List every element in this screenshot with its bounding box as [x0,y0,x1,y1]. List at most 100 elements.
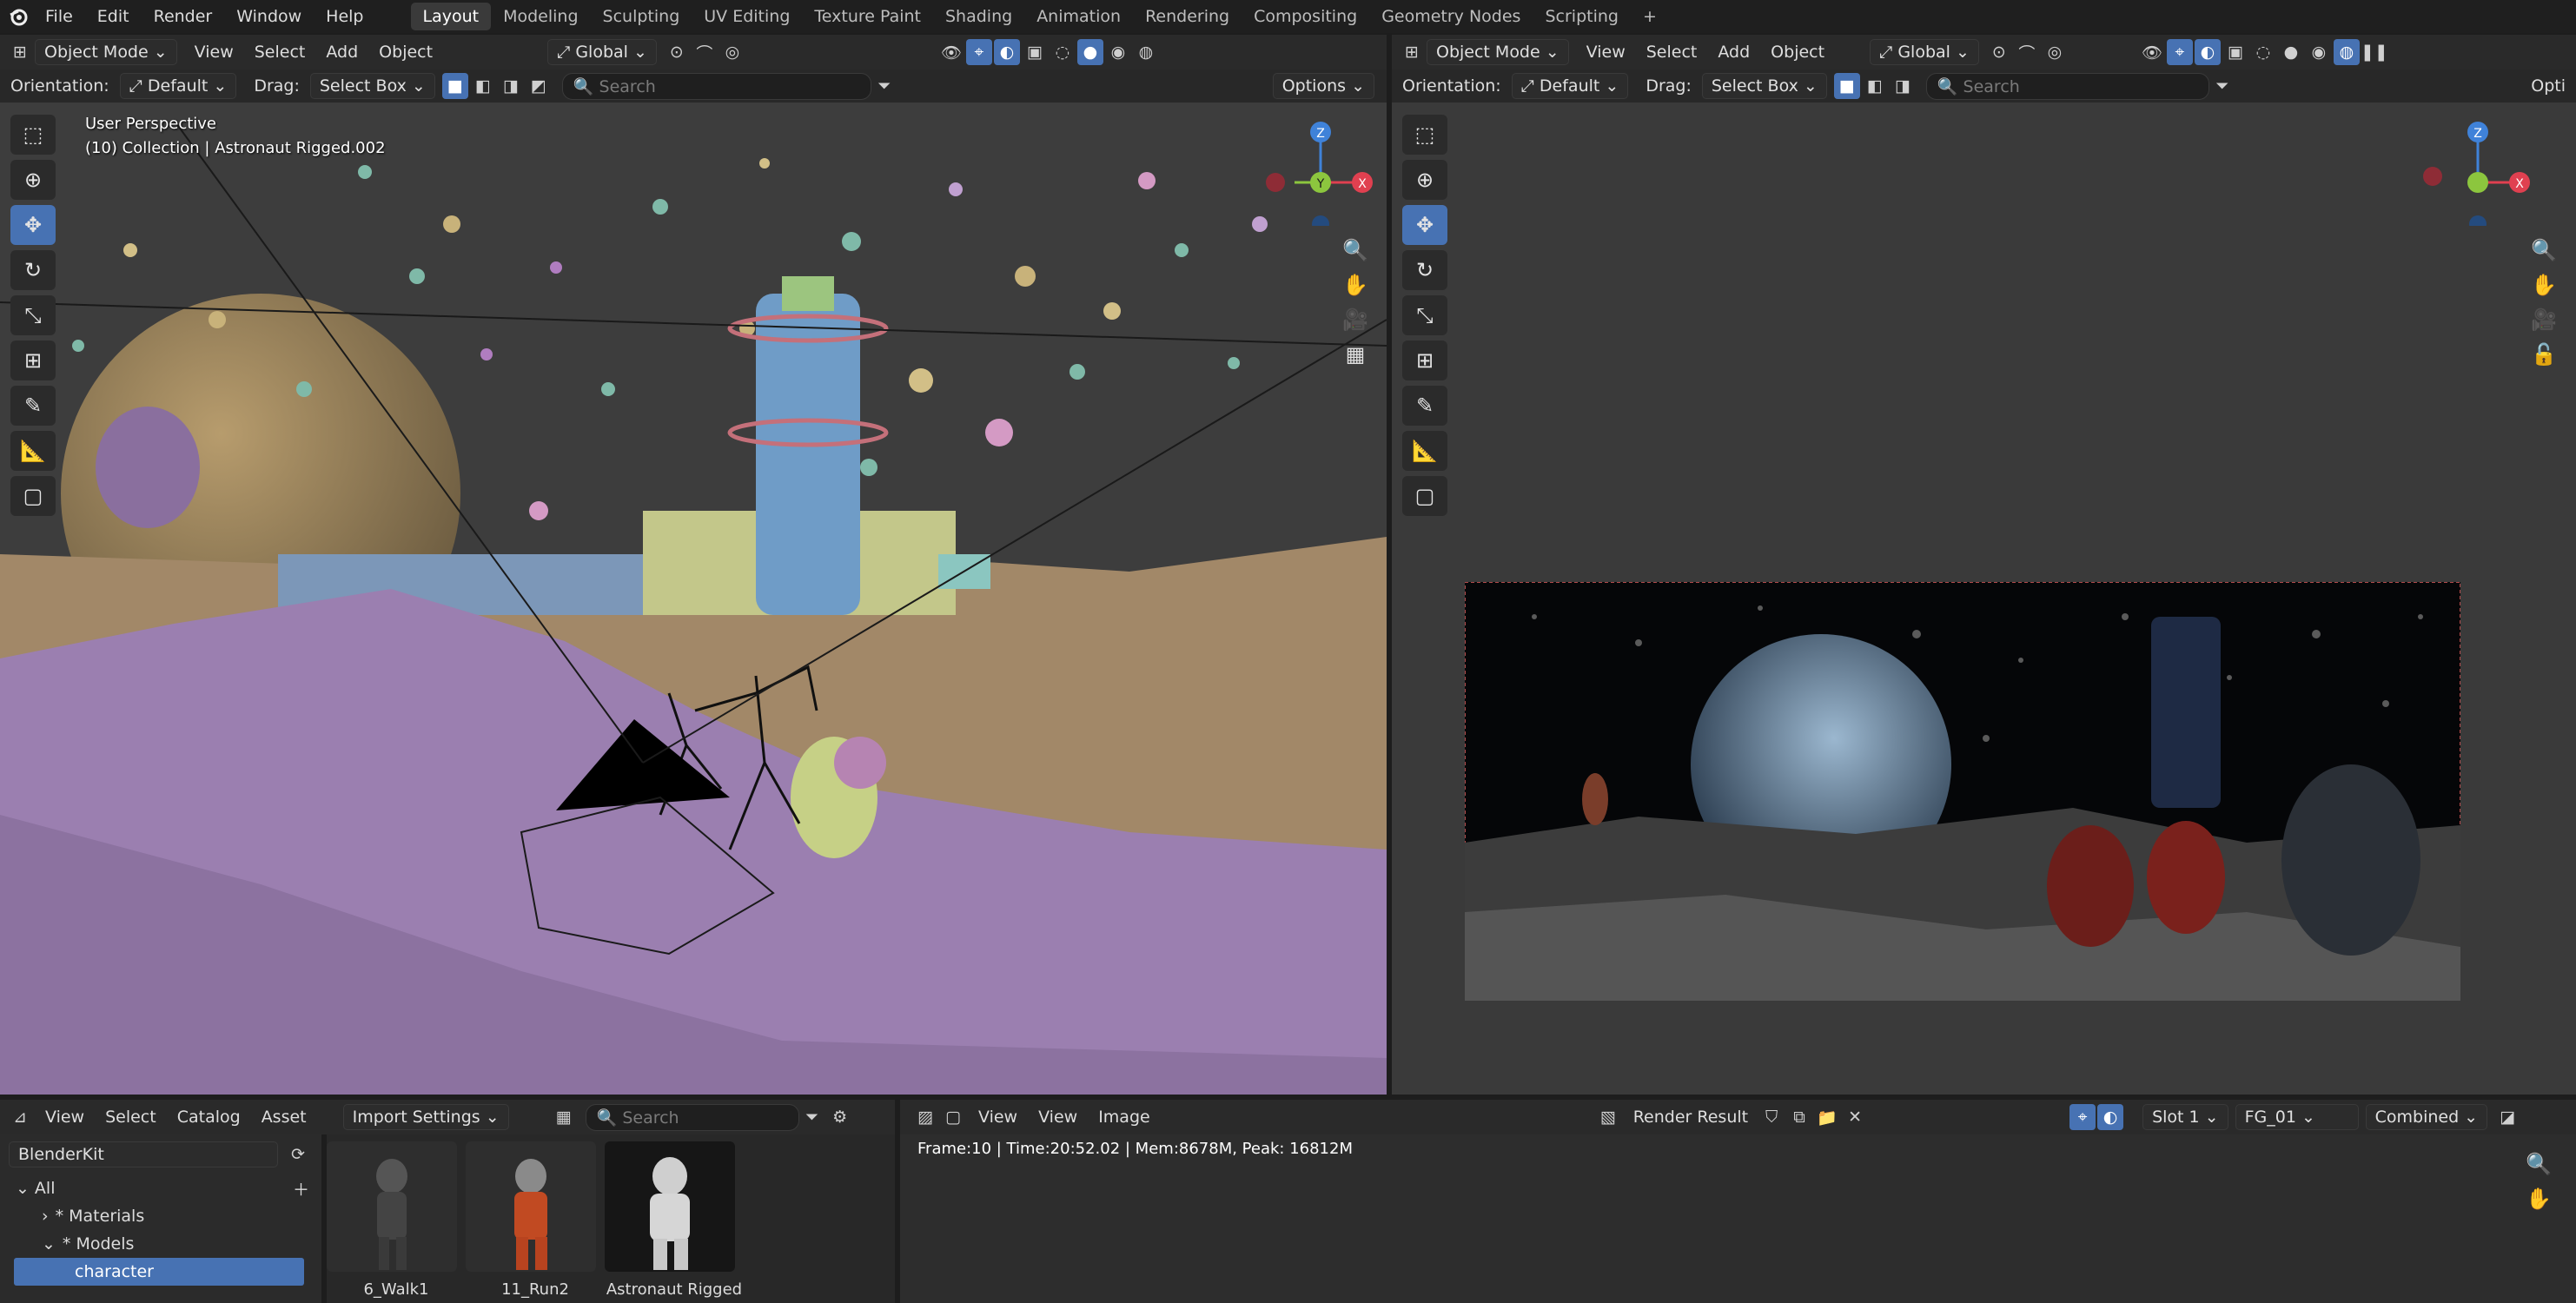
open-image-icon[interactable]: 📁 [1814,1104,1840,1130]
image-browse-icon[interactable]: ▧ [1595,1104,1621,1130]
add-cube-tool[interactable]: ▢ [1402,476,1447,516]
viewport-search-input[interactable]: 🔍 Search [561,72,871,100]
menu-object[interactable]: Object [1760,43,1835,62]
display-mode-icon[interactable]: ▦ [551,1104,577,1130]
drag-dropdown[interactable]: Select Box ⌄ [1701,73,1827,99]
select-mode-subtract-icon[interactable]: ◨ [1890,73,1916,99]
import-settings-dropdown[interactable]: Import Settings ⌄ [342,1104,509,1130]
camera-view-icon[interactable]: 🎥 [1338,302,1373,337]
transform-tool[interactable]: ⊞ [10,341,56,380]
viewport-search-input[interactable]: 🔍 Search [1925,72,2209,100]
tree-item-all[interactable]: ⌄ All ＋ [0,1174,321,1202]
zoom-icon[interactable]: 🔍 [2526,233,2561,268]
menu-view-mode[interactable]: View [968,1108,1028,1127]
options-dropdown[interactable]: Opti [2520,76,2576,96]
asset-card-6-walk1[interactable]: 6_Walk1 [327,1141,466,1299]
rotate-tool[interactable]: ↻ [10,250,56,290]
slot-dropdown[interactable]: Slot 1 ⌄ [2142,1104,2228,1130]
cursor-tool[interactable]: ⊕ [1402,160,1447,200]
shading-material-icon[interactable]: ◉ [2306,39,2332,65]
tab-compositing[interactable]: Compositing [1242,3,1369,30]
gizmo-toggle-icon[interactable]: ⌖ [965,39,992,65]
menu-asset[interactable]: Asset [251,1108,317,1127]
refresh-icon[interactable]: ⟳ [285,1141,311,1167]
settings-gear-icon[interactable]: ⚙ [827,1104,853,1130]
tab-texture-paint[interactable]: Texture Paint [802,3,933,30]
select-mode-invert-icon[interactable]: ◩ [526,73,552,99]
measure-tool[interactable]: 📐 [10,431,56,471]
editor-type-icon[interactable]: ⊞ [1399,39,1425,65]
annotate-tool[interactable]: ✎ [10,386,56,426]
zoom-icon[interactable]: 🔍 [2521,1147,2556,1181]
filter-icon[interactable]: ⏷ [871,73,897,99]
camera-view-icon[interactable]: 🎥 [2526,302,2561,337]
layer-dropdown[interactable]: FG_01 ⌄ [2235,1104,2359,1130]
menu-file[interactable]: File [33,7,85,26]
library-dropdown[interactable]: BlenderKit [9,1141,278,1167]
blender-logo-icon[interactable] [5,3,31,30]
transform-space-dropdown[interactable]: ⤢ Global ⌄ [547,39,657,65]
select-mode-subtract-icon[interactable]: ◨ [498,73,524,99]
annotate-tool[interactable]: ✎ [1402,386,1447,426]
navigation-gizmo[interactable]: Z X Y [1260,113,1381,226]
transform-tool[interactable]: ⊞ [1402,341,1447,380]
shading-wireframe-icon[interactable]: ◌ [2250,39,2276,65]
add-workspace-button[interactable]: + [1631,3,1669,30]
pause-render-icon[interactable]: ❚❚ [2361,39,2388,65]
shading-rendered-icon[interactable]: ◍ [1133,39,1159,65]
asset-search-input[interactable]: 🔍 Search [585,1103,799,1131]
shading-wireframe-icon[interactable]: ◌ [1050,39,1076,65]
cursor-tool[interactable]: ⊕ [10,160,56,200]
left-3d-viewport[interactable]: User Perspective (10) Collection | Astro… [0,103,1387,1095]
scale-tool[interactable]: ⤡ [10,295,56,335]
orientation-dropdown[interactable]: ⤢ Default ⌄ [1511,73,1629,99]
perspective-grid-icon[interactable]: ▦ [1338,337,1373,372]
tab-modeling[interactable]: Modeling [491,3,590,30]
gizmo-toggle-icon[interactable]: ⌖ [2166,39,2193,65]
overlay-toggle-icon[interactable]: ◐ [993,39,1020,65]
tree-item-materials[interactable]: › * Materials [0,1202,321,1230]
gizmo-toggle-icon[interactable]: ⌖ [2069,1104,2096,1130]
pivot-icon[interactable]: ⊙ [1986,39,2012,65]
filter-icon[interactable]: ⏷ [2209,73,2235,99]
display-channels-icon[interactable]: ◪ [2494,1104,2520,1130]
orientation-dropdown[interactable]: ⤢ Default ⌄ [119,73,237,99]
move-tool[interactable]: ✥ [10,205,56,245]
tab-rendering[interactable]: Rendering [1133,3,1242,30]
menu-add[interactable]: Add [315,43,368,62]
tab-uv-editing[interactable]: UV Editing [692,3,802,30]
select-mode-extend-icon[interactable]: ◧ [1862,73,1888,99]
proportional-edit-icon[interactable]: ◎ [719,39,745,65]
overlay-toggle-icon[interactable]: ◐ [2194,39,2221,65]
editor-type-icon[interactable]: ⊿ [7,1104,33,1130]
menu-add[interactable]: Add [1707,43,1760,62]
scale-tool[interactable]: ⤡ [1402,295,1447,335]
select-mode-extend-icon[interactable]: ◧ [470,73,496,99]
zoom-icon[interactable]: 🔍 [1338,233,1373,268]
new-image-icon[interactable]: ⧉ [1786,1104,1812,1130]
shading-solid-icon[interactable]: ● [1076,39,1103,65]
mode-dropdown[interactable]: Object Mode ⌄ [1427,39,1569,65]
navigation-gizmo[interactable]: Z X [2417,113,2547,226]
measure-tool[interactable]: 📐 [1402,431,1447,471]
select-mode-new-icon[interactable]: ■ [441,73,468,99]
select-box-tool[interactable]: ⬚ [10,115,56,155]
tab-animation[interactable]: Animation [1024,3,1133,30]
menu-help[interactable]: Help [314,7,375,26]
xray-icon[interactable]: ▣ [2222,39,2248,65]
pan-hand-icon[interactable]: ✋ [2526,268,2561,302]
snap-icon[interactable]: ⌒ [692,39,718,65]
proportional-edit-icon[interactable]: ◎ [2042,39,2068,65]
tree-item-models[interactable]: ⌄ * Models [0,1230,321,1258]
menu-view[interactable]: View [1576,43,1636,62]
pass-dropdown[interactable]: Combined ⌄ [2365,1104,2488,1130]
snap-icon[interactable]: ⌒ [2014,39,2040,65]
shading-material-icon[interactable]: ◉ [1105,39,1131,65]
menu-window[interactable]: Window [224,7,314,26]
asset-card-11-run2[interactable]: 11_Run2 [466,1141,605,1299]
xray-icon[interactable]: ▣ [1022,39,1048,65]
right-3d-viewport[interactable]: ⬚ ⊕ ✥ ↻ ⤡ ⊞ ✎ 📐 ▢ Z X 🔍 ✋ 🎥 🔓 [1392,103,2576,1095]
unlink-image-icon[interactable]: ✕ [1842,1104,1868,1130]
tab-geometry-nodes[interactable]: Geometry Nodes [1369,3,1533,30]
menu-view[interactable]: View [1028,1108,1088,1127]
